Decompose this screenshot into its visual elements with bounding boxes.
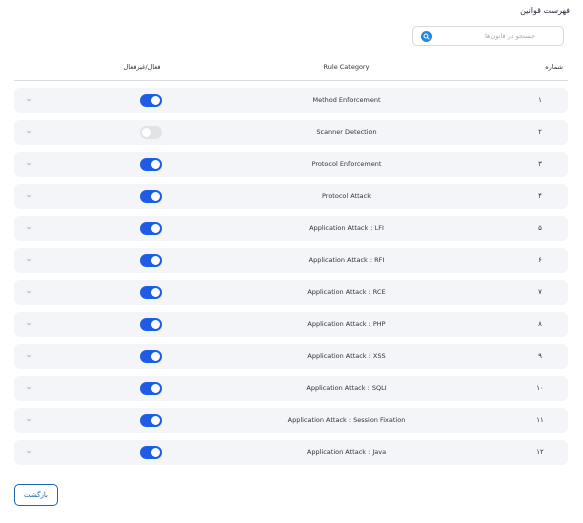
rule-number: ۱۱ xyxy=(536,416,544,424)
search-button[interactable] xyxy=(421,31,432,42)
rule-number: ۲ xyxy=(538,128,542,136)
search-input[interactable] xyxy=(413,27,541,45)
chevron-down-icon[interactable] xyxy=(25,160,33,168)
rule-category: Scanner Detection xyxy=(316,128,377,136)
column-header-number: شماره xyxy=(545,63,563,71)
status-toggle[interactable] xyxy=(140,190,162,203)
page-title: فهرست قوانین xyxy=(520,6,570,15)
chevron-down-icon[interactable] xyxy=(25,320,33,328)
column-header-category: Rule Category xyxy=(323,63,370,71)
toggle-knob xyxy=(151,320,160,329)
status-toggle[interactable] xyxy=(140,94,162,107)
rule-category: Application Attack : LFI xyxy=(309,224,384,232)
chevron-down-icon[interactable] xyxy=(25,288,33,296)
search-icon xyxy=(423,33,430,40)
table-row[interactable]: Application Attack : LFI ۵ xyxy=(14,216,568,241)
status-toggle[interactable] xyxy=(140,286,162,299)
chevron-down-icon[interactable] xyxy=(25,256,33,264)
rule-category: Application Attack : Java xyxy=(306,448,387,456)
toggle-knob xyxy=(151,256,160,265)
status-toggle[interactable] xyxy=(140,254,162,267)
rule-category: Protocol Attack xyxy=(321,192,371,200)
status-toggle[interactable] xyxy=(140,414,162,427)
toggle-knob xyxy=(151,96,160,105)
status-toggle[interactable] xyxy=(140,222,162,235)
rule-category: Application Attack : PHP xyxy=(307,320,386,328)
toggle-knob xyxy=(151,384,160,393)
toggle-knob xyxy=(151,352,160,361)
table-row[interactable]: Application Attack : XSS ۹ xyxy=(14,344,568,369)
toggle-knob xyxy=(151,224,160,233)
column-header-status: فعال/غیرفعال xyxy=(123,63,161,71)
rule-number: ۴ xyxy=(538,192,542,200)
rule-number: ۱۲ xyxy=(536,448,544,456)
status-toggle[interactable] xyxy=(140,126,162,139)
status-toggle[interactable] xyxy=(140,318,162,331)
toggle-knob xyxy=(151,288,160,297)
rule-category: Protocol Enforcement xyxy=(311,160,382,168)
rule-category: Application Attack : RFI xyxy=(308,256,385,264)
chevron-down-icon[interactable] xyxy=(25,384,33,392)
rule-number: ۷ xyxy=(538,288,542,296)
rule-number: ۳ xyxy=(538,160,542,168)
status-toggle[interactable] xyxy=(140,382,162,395)
status-toggle[interactable] xyxy=(140,158,162,171)
status-toggle[interactable] xyxy=(140,446,162,459)
table-row[interactable]: Application Attack : Java ۱۲ xyxy=(14,440,568,465)
chevron-down-icon[interactable] xyxy=(25,224,33,232)
chevron-down-icon[interactable] xyxy=(25,448,33,456)
table-row[interactable]: Application Attack : RFI ۶ xyxy=(14,248,568,273)
table-row[interactable]: Scanner Detection ۲ xyxy=(14,120,568,145)
rule-category: Application Attack : XSS xyxy=(307,352,386,360)
rule-category: Application Attack : SQLI xyxy=(306,384,387,392)
search-box[interactable] xyxy=(412,26,564,46)
rule-category: Method Enforcement xyxy=(312,96,381,104)
header-divider xyxy=(14,80,568,81)
table-row[interactable]: Method Enforcement ۱ xyxy=(14,88,568,113)
rule-number: ۱ xyxy=(538,96,542,104)
table-row[interactable]: Application Attack : PHP ۸ xyxy=(14,312,568,337)
rule-number: ۱۰ xyxy=(536,384,544,392)
chevron-down-icon[interactable] xyxy=(25,128,33,136)
toggle-knob xyxy=(151,416,160,425)
toggle-knob xyxy=(151,160,160,169)
toggle-knob xyxy=(151,192,160,201)
rule-category: Application Attack : RCE xyxy=(307,288,386,296)
chevron-down-icon[interactable] xyxy=(25,96,33,104)
table-row[interactable]: Protocol Attack ۴ xyxy=(14,184,568,209)
rule-number: ۹ xyxy=(538,352,542,360)
toggle-knob xyxy=(151,448,160,457)
rule-category: Application Attack : Session Fixation xyxy=(287,416,406,424)
status-toggle[interactable] xyxy=(140,350,162,363)
rule-number: ۸ xyxy=(538,320,542,328)
rule-number: ۵ xyxy=(538,224,542,232)
toggle-knob xyxy=(142,128,151,137)
table-row[interactable]: Application Attack : SQLI ۱۰ xyxy=(14,376,568,401)
chevron-down-icon[interactable] xyxy=(25,352,33,360)
table-row[interactable]: Application Attack : RCE ۷ xyxy=(14,280,568,305)
table-row[interactable]: Application Attack : Session Fixation ۱۱ xyxy=(14,408,568,433)
table-row[interactable]: Protocol Enforcement ۳ xyxy=(14,152,568,177)
rule-number: ۶ xyxy=(538,256,542,264)
back-button[interactable]: بازگشت xyxy=(14,484,58,506)
chevron-down-icon[interactable] xyxy=(25,416,33,424)
chevron-down-icon[interactable] xyxy=(25,192,33,200)
